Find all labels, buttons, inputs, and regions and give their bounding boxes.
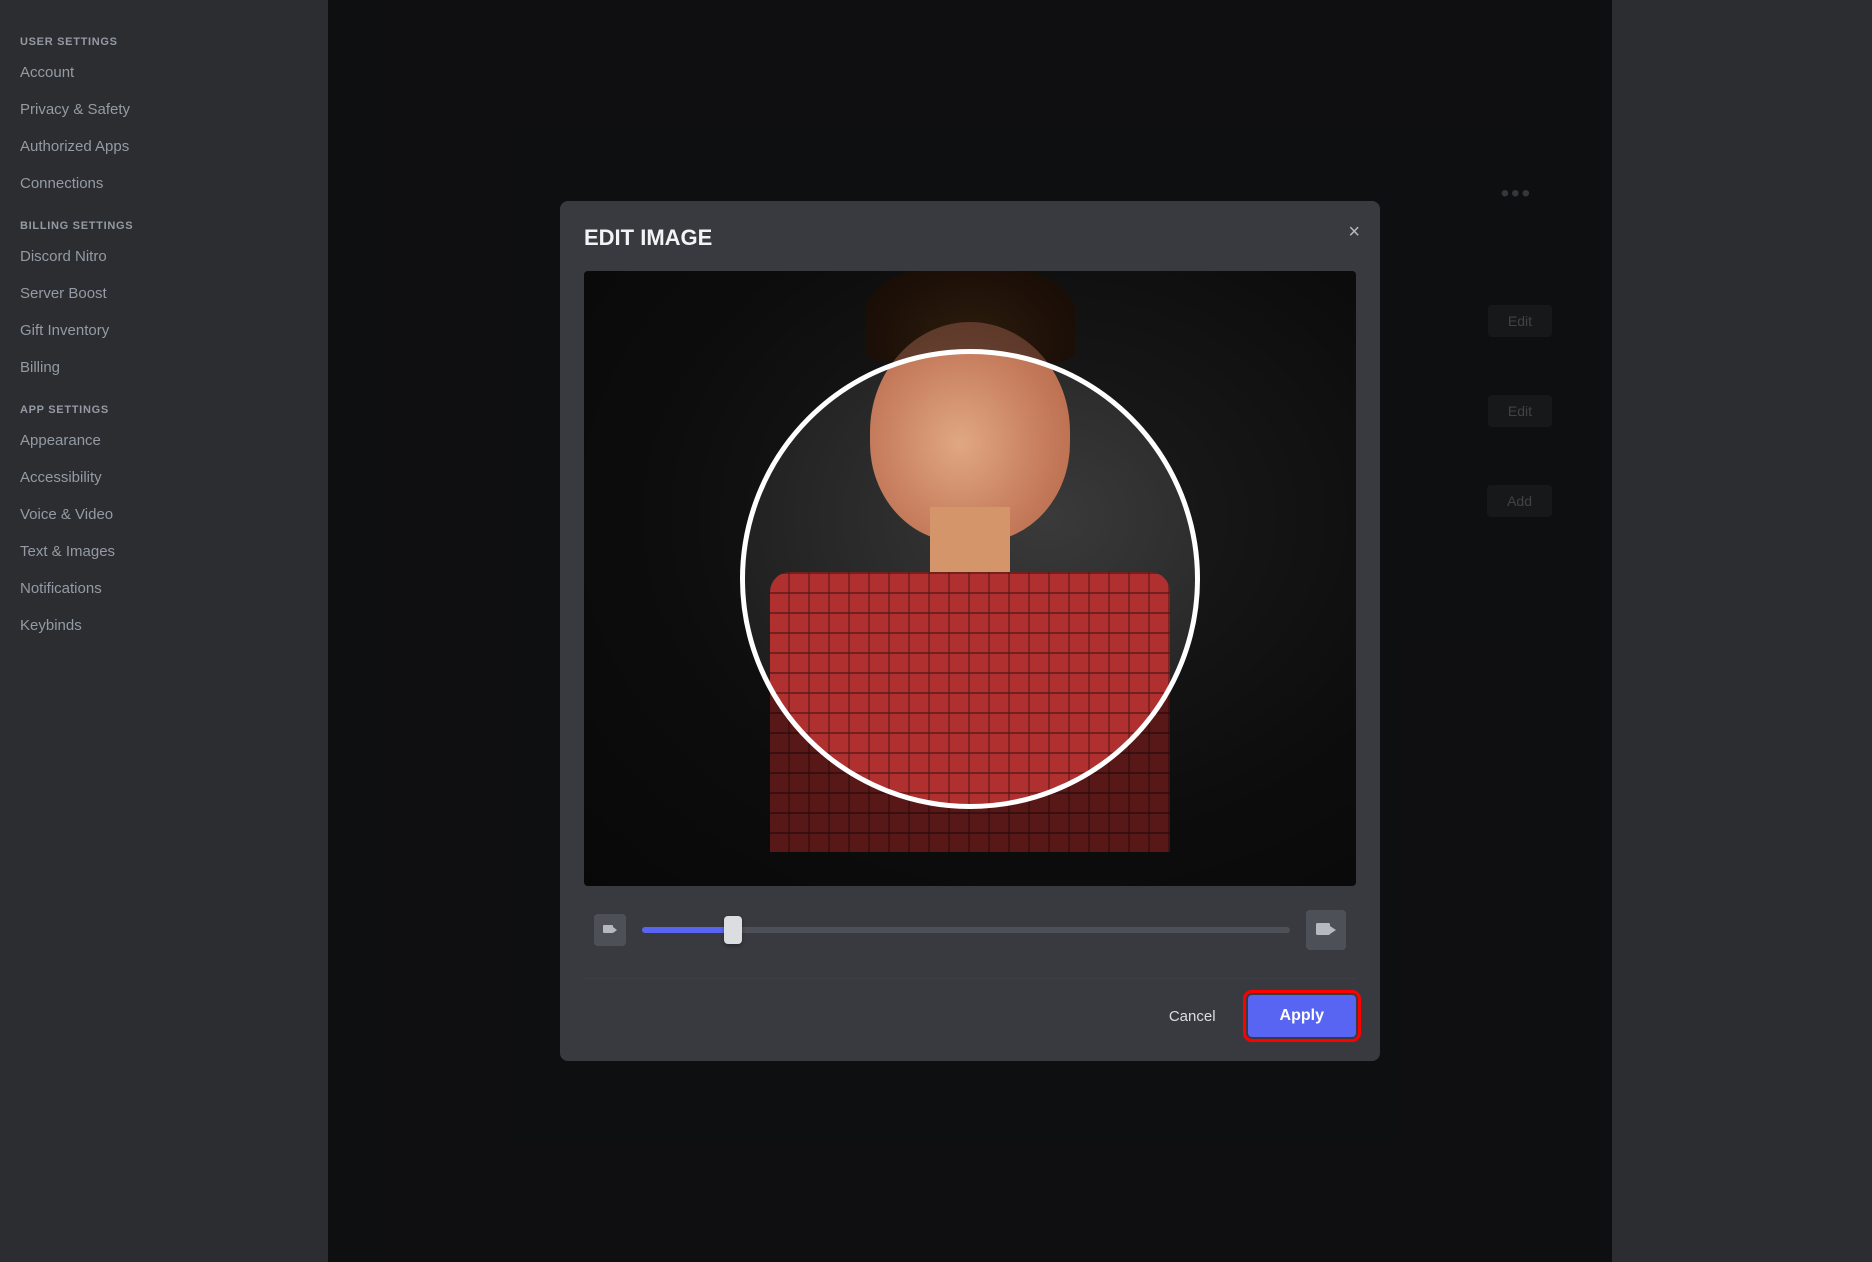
image-editor-area[interactable] [584, 271, 1356, 886]
slider-thumb[interactable] [724, 916, 742, 944]
sidebar-item-connections-label: Connections [20, 175, 103, 192]
cancel-button[interactable]: Cancel [1153, 998, 1232, 1035]
sidebar-item-boost-label: Server Boost [20, 285, 107, 302]
right-panel [1612, 0, 1872, 1262]
sidebar-item-connections[interactable]: Connections [10, 167, 318, 200]
modal-close-button[interactable]: × [1348, 221, 1360, 244]
sidebar-item-billing[interactable]: Billing [10, 351, 318, 384]
sidebar-item-boost[interactable]: Server Boost [10, 277, 318, 310]
modal-title: EDIT IMAGE [584, 225, 1356, 251]
sidebar-item-notifications-label: Notifications [20, 580, 102, 597]
sidebar-item-keybinds-label: Keybinds [20, 617, 82, 634]
sidebar-item-text[interactable]: Text & Images [10, 535, 318, 568]
sidebar-item-notifications[interactable]: Notifications [10, 572, 318, 605]
sidebar-item-nitro-label: Discord Nitro [20, 248, 107, 265]
main-content: ••• Edit Edit Add EDIT IMAGE × [328, 0, 1612, 1262]
sidebar-item-voice[interactable]: Voice & Video [10, 498, 318, 531]
zoom-slider[interactable] [642, 927, 1290, 933]
modal-footer: Cancel Apply [584, 978, 1356, 1037]
zoom-slider-container [584, 890, 1356, 970]
sidebar-item-appearance[interactable]: Appearance [10, 424, 318, 457]
sidebar-item-account[interactable]: Account [10, 56, 318, 89]
sidebar-item-nitro[interactable]: Discord Nitro [10, 240, 318, 273]
sidebar-item-appearance-label: Appearance [20, 432, 101, 449]
zoom-in-icon [1306, 910, 1346, 950]
sidebar-item-text-label: Text & Images [20, 543, 115, 560]
sidebar-section-user-settings: USER SETTINGS [10, 20, 318, 52]
person-image [690, 302, 1250, 852]
sidebar-item-keybinds[interactable]: Keybinds [10, 609, 318, 642]
apply-button[interactable]: Apply [1248, 995, 1356, 1037]
sidebar-item-billing-label: Billing [20, 359, 60, 376]
person-shirt [770, 572, 1170, 852]
sidebar-section-billing: BILLING SETTINGS [10, 204, 318, 236]
zoom-out-icon [594, 914, 626, 946]
modal-overlay: EDIT IMAGE × [328, 0, 1612, 1262]
sidebar-section-app: APP SETTINGS [10, 388, 318, 420]
sidebar-item-apps[interactable]: Authorized Apps [10, 130, 318, 163]
sidebar-item-inventory[interactable]: Gift Inventory [10, 314, 318, 347]
sidebar-item-account-label: Account [20, 64, 74, 81]
sidebar: USER SETTINGS Account Privacy & Safety A… [0, 0, 328, 1262]
sidebar-item-apps-label: Authorized Apps [20, 138, 129, 155]
edit-image-modal: EDIT IMAGE × [560, 201, 1380, 1061]
sidebar-item-accessibility[interactable]: Accessibility [10, 461, 318, 494]
sidebar-item-voice-label: Voice & Video [20, 506, 113, 523]
sidebar-item-privacy-label: Privacy & Safety [20, 101, 130, 118]
sidebar-item-accessibility-label: Accessibility [20, 469, 102, 486]
sidebar-item-inventory-label: Gift Inventory [20, 322, 109, 339]
sidebar-item-privacy[interactable]: Privacy & Safety [10, 93, 318, 126]
